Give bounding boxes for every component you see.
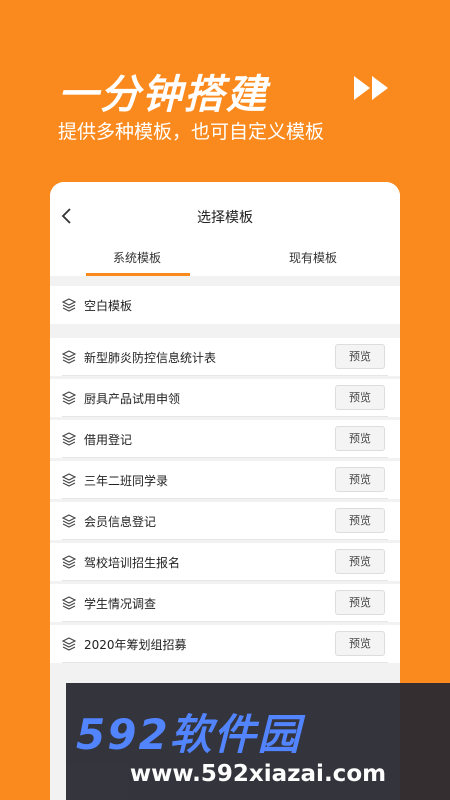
layers-icon: [62, 391, 76, 405]
preview-button[interactable]: 预览: [335, 426, 385, 451]
card-header: 选择模板: [50, 182, 400, 236]
template-row[interactable]: 2020年筹划组招募 预览: [50, 625, 400, 663]
template-row[interactable]: 会员信息登记 预览: [50, 502, 400, 540]
layers-icon: [62, 432, 76, 446]
fast-forward-icon: [354, 76, 388, 100]
template-row[interactable]: 厨具产品试用申领 预览: [50, 379, 400, 417]
row-divider: [62, 539, 388, 540]
watermark-url: www.592xiazai.com: [129, 761, 387, 787]
layers-icon: [62, 473, 76, 487]
preview-button[interactable]: 预览: [335, 631, 385, 656]
watermark-brand: 592软件园: [76, 710, 302, 759]
template-row[interactable]: 新型肺炎防控信息统计表 预览: [50, 338, 400, 376]
layers-icon: [62, 596, 76, 610]
row-divider: [62, 498, 388, 499]
hero-subtitle: 提供多种模板，也可自定义模板: [58, 121, 325, 143]
template-row[interactable]: 学生情况调查 预览: [50, 584, 400, 622]
template-row[interactable]: 三年二班同学录 预览: [50, 461, 400, 499]
tab-system-templates[interactable]: 系统模板: [113, 249, 161, 266]
preview-button[interactable]: 预览: [335, 344, 385, 369]
row-divider: [62, 457, 388, 458]
blank-template-row[interactable]: 空白模板: [50, 286, 400, 324]
template-row[interactable]: 驾校培训招生报名 预览: [50, 543, 400, 581]
card-title: 选择模板: [197, 210, 253, 226]
template-label: 驾校培训招生报名: [84, 556, 181, 570]
row-divider: [62, 580, 388, 581]
preview-button[interactable]: 预览: [335, 508, 385, 533]
active-tab-indicator: [86, 273, 190, 276]
row-divider: [62, 621, 388, 622]
template-label: 新型肺炎防控信息统计表: [84, 351, 217, 365]
layers-icon: [62, 637, 76, 651]
template-label: 三年二班同学录: [84, 474, 169, 488]
row-divider: [62, 375, 388, 376]
blank-template-label: 空白模板: [84, 299, 133, 313]
preview-button[interactable]: 预览: [335, 549, 385, 574]
preview-button[interactable]: 预览: [335, 385, 385, 410]
layers-icon: [62, 298, 76, 312]
hero-title: 一分钟搭建: [58, 72, 268, 118]
template-label: 学生情况调查: [84, 597, 157, 611]
tab-existing-templates[interactable]: 现有模板: [289, 249, 337, 266]
watermark: 592软件园 www.592xiazai.com: [66, 683, 450, 800]
template-row[interactable]: 借用登记 预览: [50, 420, 400, 458]
layers-icon: [62, 514, 76, 528]
layers-icon: [62, 350, 76, 364]
preview-button[interactable]: 预览: [335, 467, 385, 492]
template-label: 会员信息登记: [84, 515, 157, 529]
layers-icon: [62, 555, 76, 569]
preview-button[interactable]: 预览: [335, 590, 385, 615]
tab-bar: 系统模板 现有模板: [50, 236, 400, 276]
template-label: 2020年筹划组招募: [84, 638, 187, 652]
template-label: 借用登记: [84, 433, 133, 447]
row-divider: [62, 662, 388, 663]
row-divider: [62, 416, 388, 417]
template-label: 厨具产品试用申领: [84, 392, 181, 406]
